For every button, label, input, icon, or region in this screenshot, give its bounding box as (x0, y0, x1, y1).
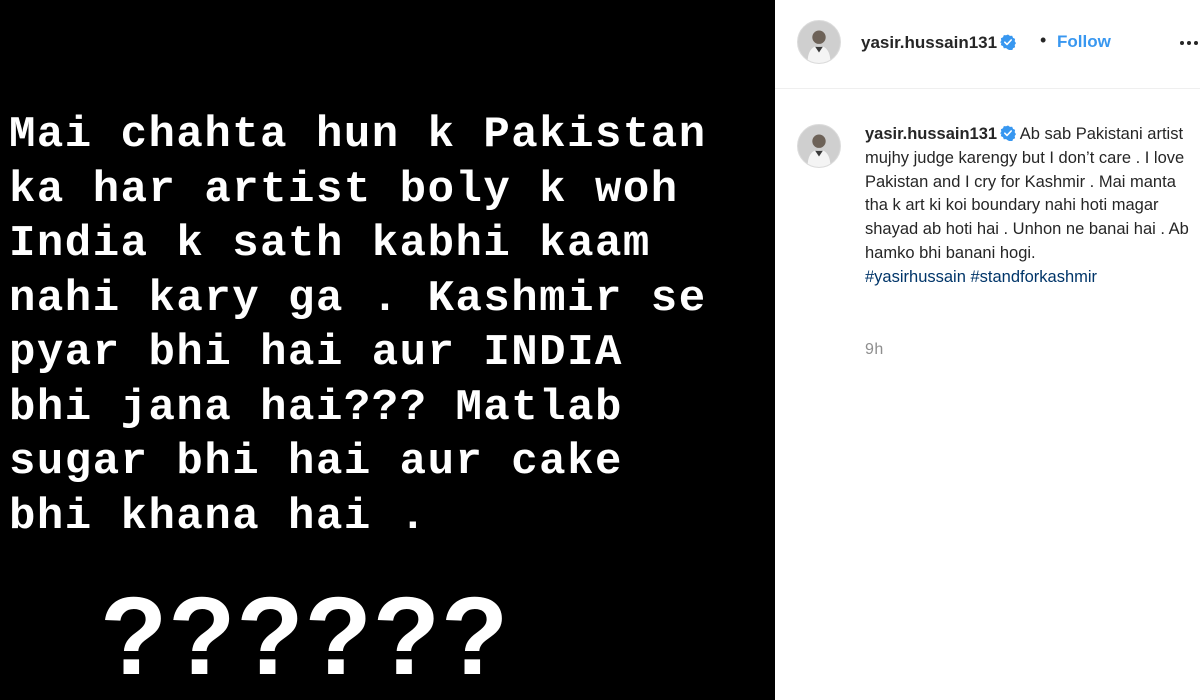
caption-username[interactable]: yasir.hussain131 (865, 125, 997, 143)
header-separator: • (1040, 30, 1047, 50)
follow-button[interactable]: Follow (1057, 32, 1111, 52)
post-image[interactable]: Mai chahta hun k Pakistan ka har artist b… (0, 0, 775, 700)
verified-badge-icon (1000, 125, 1017, 141)
hashtag-link[interactable]: #yasirhussain (865, 268, 966, 286)
story-text: Mai chahta hun k Pakistan ka har artist b… (9, 108, 769, 544)
story-line: ka har artist boly k woh (9, 164, 679, 215)
story-line: bhi khana hai . (9, 491, 428, 542)
caption-avatar[interactable] (797, 124, 841, 168)
story-line: pyar bhi hai aur INDIA (9, 328, 623, 378)
avatar-image (798, 125, 840, 167)
story-question-marks: ?????? (100, 575, 510, 698)
story-line: nahi kary ga . Kashmir se (9, 273, 707, 324)
verified-badge-icon (1000, 34, 1017, 50)
avatar[interactable] (797, 20, 841, 64)
post-timestamp[interactable]: 9h (865, 341, 884, 359)
story-line: bhi jana hai??? Matlab (9, 382, 623, 433)
more-horizontal-icon[interactable] (1180, 37, 1200, 49)
caption-body: Ab sab Pakistani artist mujhy judge kare… (865, 125, 1189, 262)
header-username-text[interactable]: yasir.hussain131 (861, 33, 997, 52)
story-line: India k sath kabhi kaam (9, 219, 651, 269)
story-line: Mai chahta hun k Pakistan (9, 110, 707, 160)
post-header: yasir.hussain131 • Follow (775, 0, 1200, 89)
story-line: sugar bhi hai aur cake (9, 437, 623, 487)
hashtag-link[interactable]: #standforkashmir (970, 268, 1097, 286)
header-username[interactable]: yasir.hussain131 (861, 33, 1017, 53)
avatar-image (798, 21, 840, 63)
caption-text: yasir.hussain131 Ab sab Pakistani artist… (865, 123, 1197, 290)
post-sidebar: yasir.hussain131 • Follow yasir.hussain1… (775, 0, 1200, 700)
